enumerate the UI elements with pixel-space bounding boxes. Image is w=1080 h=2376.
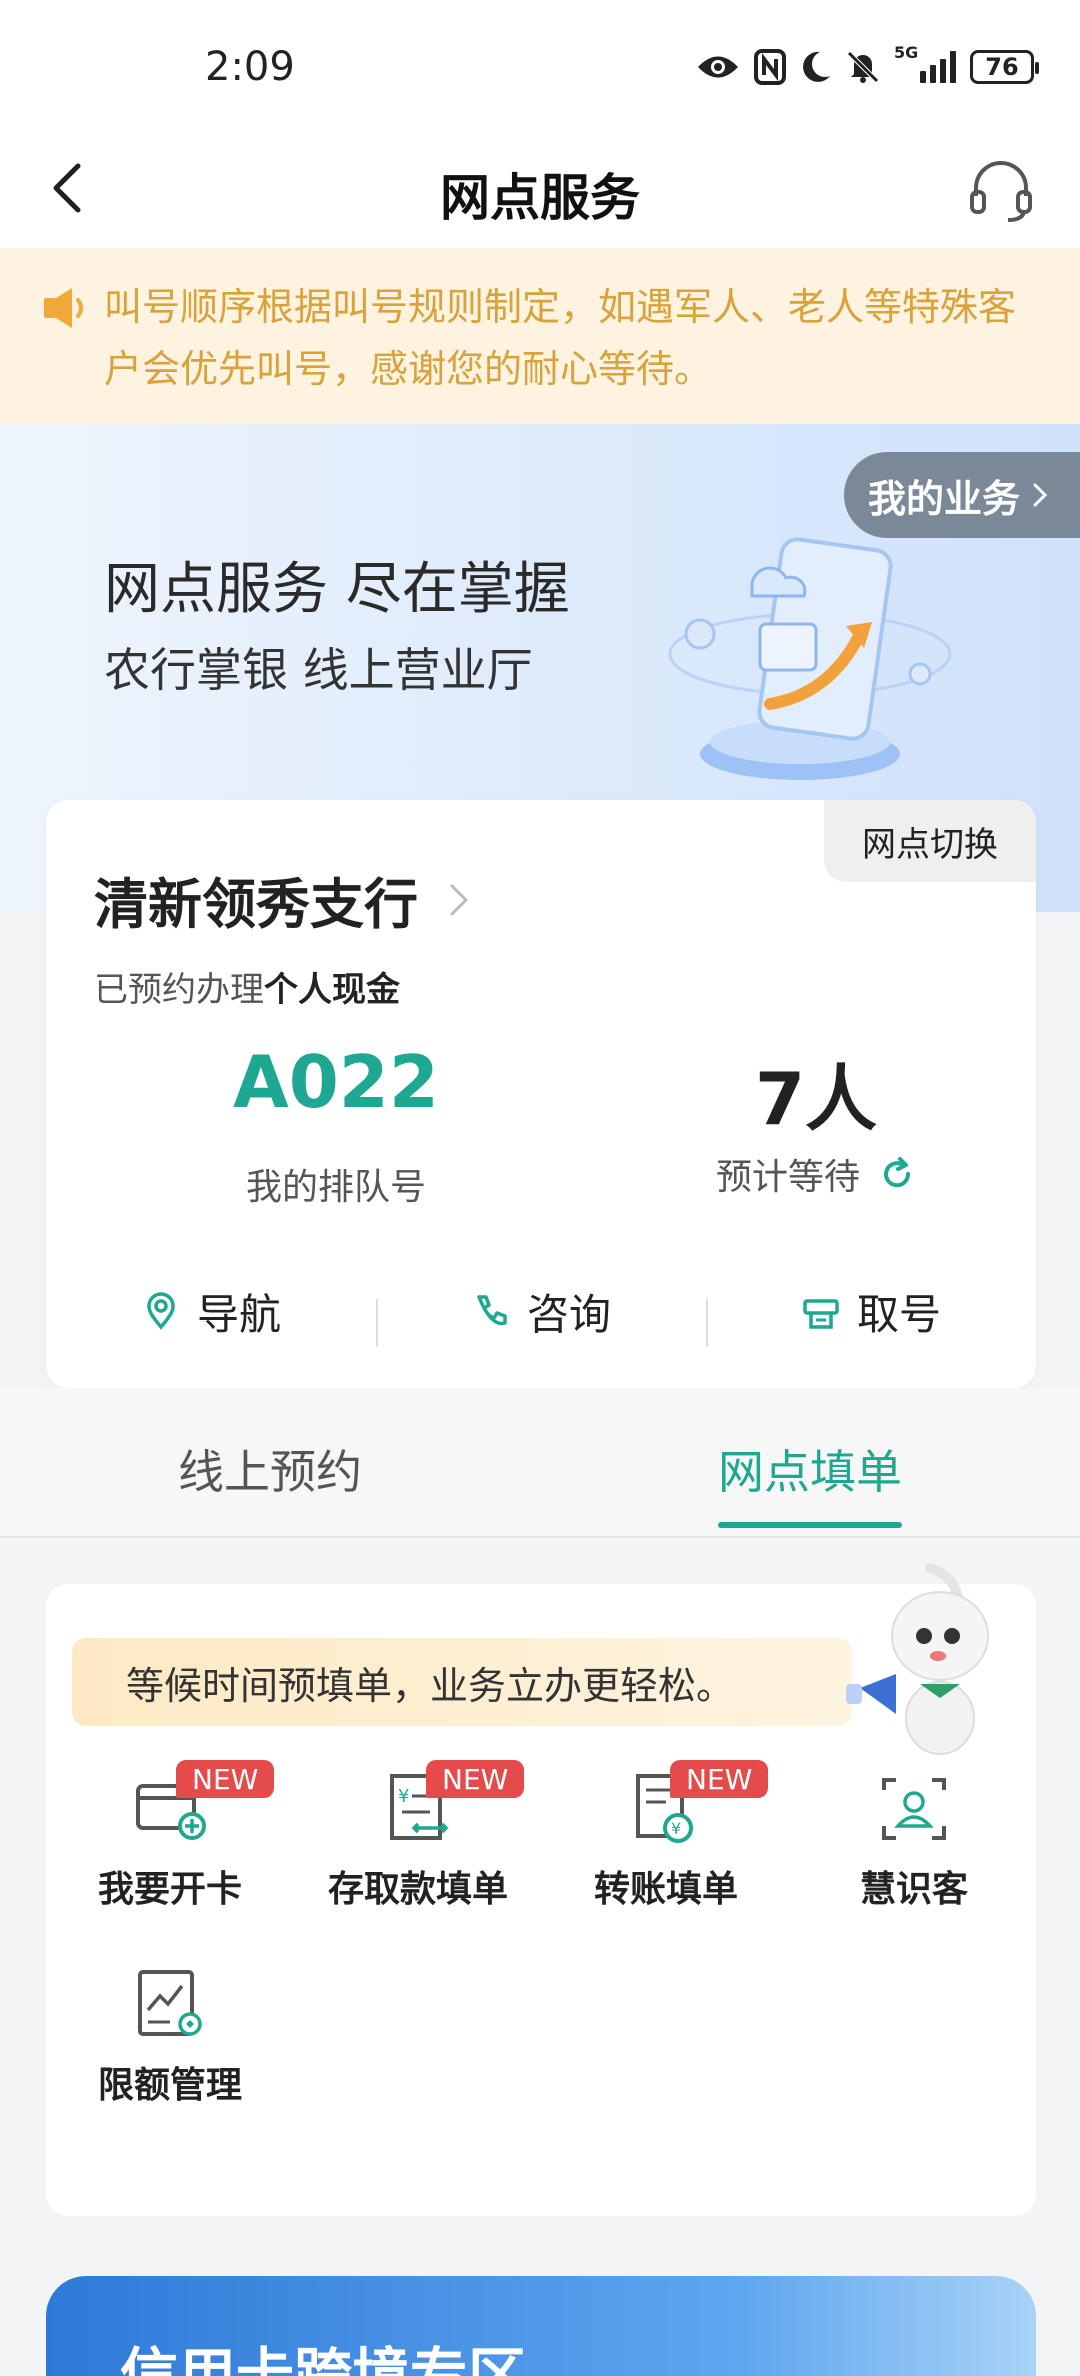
active-tab-indicator [718,1522,902,1528]
branch-card: 网点切换 清新领秀支行 已预约办理个人现金 A022 我的排队号 7人 预计等待… [46,800,1036,1388]
navigate-button[interactable]: 导航 [46,1281,376,1342]
credit-card-banner[interactable]: 信用卡跨境专区 [46,2276,1036,2376]
queue-label: 我的排队号 [245,1167,426,1208]
moon-icon [803,51,830,82]
battery-icon: 76 [970,50,1039,84]
service-tabs: 线上预约 网点填单 [0,1388,1080,1538]
phone-icon [477,1295,507,1326]
take-number-button[interactable]: 取号 [706,1281,1036,1347]
page-title: 网点服务 [440,169,640,227]
booked-service-name: 个人现金 [264,970,400,1010]
limit-management-button[interactable]: 限额管理 [46,1964,294,2108]
wait-count: 7人 [754,1057,878,1141]
battery-level: 76 [985,53,1019,81]
banner-subtitle: 农行掌银 线上营业厅 [104,643,533,697]
tab-online-booking[interactable]: 线上预约 [178,1436,362,1502]
branch-name-link[interactable]: 清新领秀支行 [94,860,472,939]
face-id-label: 慧识客 [859,1869,968,1910]
notice-text: 叫号顺序根据叫号规则制定，如遇军人、老人等特殊客户会优先叫号，感谢您的耐心等待。 [104,285,1017,391]
customer-service-icon[interactable] [966,156,1036,226]
network-label: 5G [894,43,919,62]
limit-chart-icon [138,1970,202,2036]
wait-label: 预计等待 [715,1157,860,1198]
transfer-form-button[interactable]: ¥ 转账填单 NEW [542,1760,790,1912]
mute-icon [847,51,879,83]
booked-service: 已预约办理个人现金 [94,962,400,1011]
mascot-icon [846,1563,989,1755]
face-scan-icon [882,1778,946,1840]
switch-branch-button[interactable]: 网点切换 [824,800,1036,882]
refresh-icon[interactable] [878,1155,916,1193]
signal-icon: 5G [894,45,956,83]
app-header: 网点服务 [0,132,1080,248]
svg-text:¥: ¥ [671,1819,681,1838]
status-icons: 5G 76 [696,44,1039,90]
ticket-icon [803,1299,839,1329]
deposit-form-button[interactable]: ¥ 存取款填单 NEW [294,1760,542,1912]
location-icon [147,1292,175,1330]
navigate-label: 导航 [196,1289,281,1339]
transfer-form-label: 转账填单 [593,1869,738,1910]
new-badge: NEW [426,1760,525,1798]
phone-illustration-icon [668,537,952,780]
branch-actions: 导航 咨询 取号 [46,1266,1036,1356]
limit-management-label: 限额管理 [97,2065,242,2106]
wait-label-row: 预计等待 [646,1148,986,1200]
new-badge: NEW [670,1760,769,1798]
form-services-card: 等候时间预填单，业务立办更轻松。 我要开卡 NEW ¥ 存取款填单 NEW ¥ … [46,1563,1038,2216]
status-bar: 2:09 5G 76 [0,0,1080,132]
eye-icon [698,56,738,78]
face-id-button[interactable]: 慧识客 [790,1768,1038,1912]
queue-number: A022 [232,1040,439,1124]
chevron-right-icon [1033,483,1048,507]
branch-name: 清新领秀支行 [94,873,418,936]
speaker-icon [44,288,83,328]
status-time: 2:09 [205,44,295,90]
consult-button[interactable]: 咨询 [376,1281,706,1347]
open-card-label: 我要开卡 [97,1869,242,1910]
open-card-button[interactable]: 我要开卡 NEW [46,1760,294,1912]
take-number-label: 取号 [856,1289,941,1339]
new-badge: NEW [176,1760,275,1798]
deposit-form-label: 存取款填单 [327,1869,508,1910]
notice-bar: 叫号顺序根据叫号规则制定，如遇军人、老人等特殊客户会优先叫号，感谢您的耐心等待。 [0,248,1080,424]
credit-banner-title: 信用卡跨境专区 [120,2341,527,2376]
booked-prefix: 已预约办理 [94,970,264,1010]
consult-label: 咨询 [526,1289,611,1339]
chevron-right-icon [450,884,469,915]
tab-branch-form[interactable]: 网点填单 [718,1436,902,1502]
svg-text:¥: ¥ [398,1786,409,1807]
hint-bubble: 等候时间预填单，业务立办更轻松。 [72,1638,852,1726]
nfc-icon [754,49,786,85]
banner-title: 网点服务 尽在掌握 [104,557,570,622]
